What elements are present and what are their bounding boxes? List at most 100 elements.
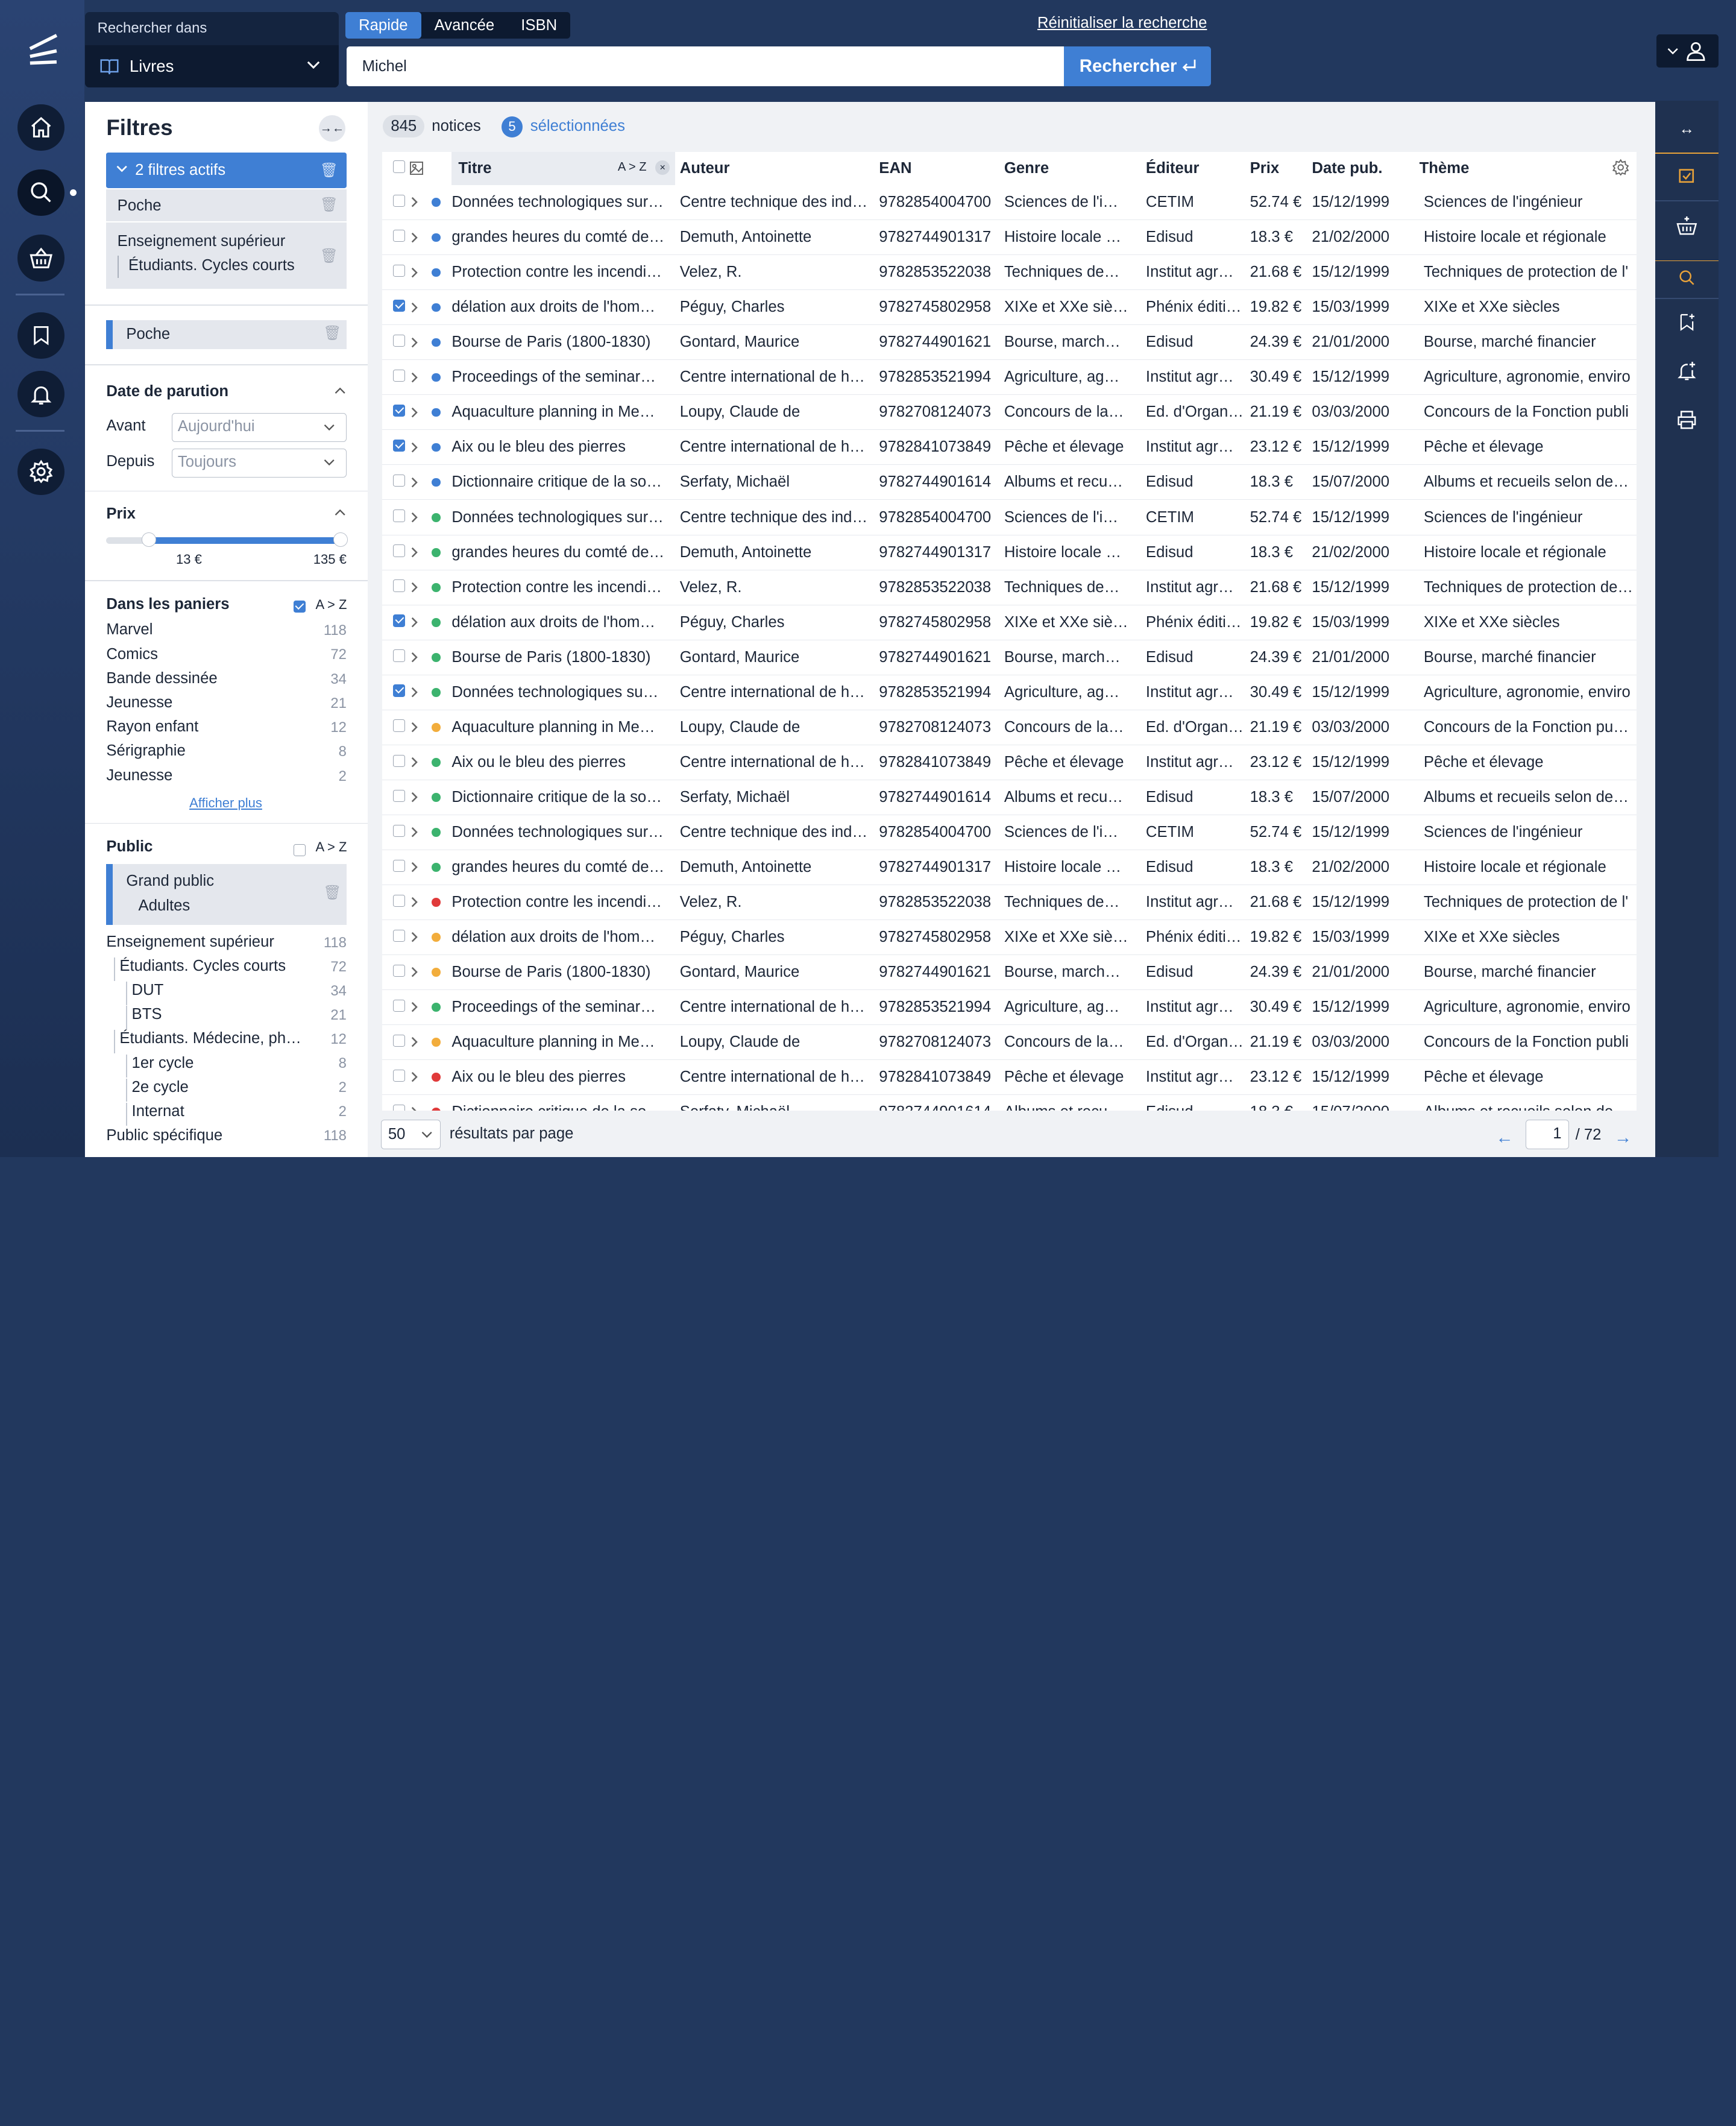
expand-row-icon[interactable] [409, 1094, 430, 1111]
price-max-handle[interactable] [333, 532, 348, 547]
column-header-theme[interactable]: Thème [1415, 151, 1637, 185]
home-icon[interactable] [17, 104, 64, 151]
public-filter-item[interactable]: Enseignement supérieur 118 [106, 933, 347, 957]
user-menu-button[interactable] [1656, 34, 1719, 68]
public-filter-item[interactable]: BTS 21 [106, 1006, 347, 1029]
table-row[interactable]: Aquaculture planning in Me… Loupy, Claud… [382, 1024, 1637, 1060]
basket-filter-item[interactable]: Rayon enfant 12 [106, 718, 347, 740]
column-header-prix[interactable]: Prix [1245, 151, 1308, 185]
row-checkbox[interactable] [382, 1059, 410, 1096]
sort-checkbox[interactable] [293, 841, 306, 861]
search-icon[interactable] [1655, 256, 1719, 300]
trash-icon[interactable]: 🗑 [320, 247, 338, 265]
table-row[interactable]: délation aux droits de l'hom… Péguy, Cha… [382, 919, 1637, 955]
row-checkbox[interactable] [382, 570, 410, 605]
reset-search-link[interactable]: Réinitialiser la recherche [1037, 14, 1207, 32]
basket-filter-item[interactable]: Bande dessinée 34 [106, 670, 347, 692]
row-checkbox[interactable] [382, 499, 410, 535]
row-checkbox[interactable] [382, 850, 410, 885]
table-row[interactable]: Protection contre les incendi… Velez, R.… [382, 885, 1637, 920]
row-checkbox[interactable] [382, 289, 410, 326]
expand-row-icon[interactable] [409, 710, 430, 745]
tab-rapide[interactable]: Rapide [345, 12, 421, 39]
row-checkbox[interactable] [382, 919, 410, 955]
row-checkbox[interactable] [382, 1024, 410, 1060]
row-checkbox[interactable] [382, 885, 410, 920]
table-row[interactable]: grandes heures du comté de… Demuth, Anto… [382, 535, 1637, 570]
row-checkbox[interactable] [382, 185, 410, 221]
expand-row-icon[interactable] [409, 219, 430, 256]
expand-row-icon[interactable] [409, 394, 430, 431]
tab-avancee[interactable]: Avancée [421, 12, 508, 39]
basket-filter-item[interactable]: Marvel 118 [106, 621, 347, 643]
table-row[interactable]: grandes heures du comté de… Demuth, Anto… [382, 219, 1637, 256]
row-checkbox[interactable] [382, 535, 410, 570]
column-header-titre[interactable]: Titre A > Z × [451, 151, 676, 185]
expand-row-icon[interactable] [409, 885, 430, 920]
collapse-panel-icon[interactable]: →← [318, 115, 346, 142]
settings-icon[interactable] [1612, 159, 1629, 176]
clear-sort-icon[interactable]: × [655, 160, 670, 175]
column-header-auteur[interactable]: Auteur [675, 151, 875, 185]
table-row[interactable]: Aix ou le bleu des pierres Centre intern… [382, 1059, 1637, 1096]
trash-icon[interactable]: 🗑 [323, 324, 341, 342]
expand-row-icon[interactable] [409, 499, 430, 535]
expand-icon[interactable]: ↔ [1655, 107, 1719, 151]
row-checkbox[interactable] [382, 640, 410, 675]
trash-icon[interactable]: 🗑 [320, 162, 338, 179]
expand-row-icon[interactable] [409, 605, 430, 640]
row-checkbox[interactable] [382, 1094, 410, 1111]
expand-row-icon[interactable] [409, 324, 430, 361]
row-checkbox[interactable] [382, 745, 410, 780]
row-checkbox[interactable] [382, 394, 410, 431]
expand-row-icon[interactable] [409, 989, 430, 1025]
row-checkbox[interactable] [382, 605, 410, 640]
expand-row-icon[interactable] [409, 429, 430, 465]
sort-checkbox[interactable] [293, 597, 306, 617]
table-row[interactable]: grandes heures du comté de… Demuth, Anto… [382, 850, 1637, 885]
expand-row-icon[interactable] [409, 780, 430, 815]
table-row[interactable]: Données technologiques sur… Centre techn… [382, 499, 1637, 535]
chevron-up-icon[interactable] [335, 386, 345, 394]
prev-page-icon[interactable]: ← [1495, 1128, 1513, 1148]
public-filter-item[interactable]: 1er cycle 8 [106, 1054, 347, 1078]
table-row[interactable]: Bourse de Paris (1800-1830) Gontard, Mau… [382, 954, 1637, 990]
table-row[interactable]: Aquaculture planning in Me… Loupy, Claud… [382, 710, 1637, 745]
search-icon[interactable] [17, 169, 64, 216]
per-page-select[interactable]: 50 [380, 1119, 441, 1150]
expand-row-icon[interactable] [409, 185, 430, 221]
table-row[interactable]: Aix ou le bleu des pierres Centre intern… [382, 429, 1637, 465]
bookmark-icon[interactable] [17, 312, 64, 359]
row-checkbox[interactable] [382, 324, 410, 361]
table-row[interactable]: délation aux droits de l'hom… Péguy, Cha… [382, 605, 1637, 640]
table-row[interactable]: Données technologiques sur… Centre techn… [382, 185, 1637, 221]
date-since-select[interactable]: Toujours [171, 448, 347, 478]
expand-row-icon[interactable] [409, 954, 430, 990]
bookmark-add-icon[interactable] [1655, 300, 1719, 344]
row-checkbox[interactable] [382, 429, 410, 465]
chevron-up-icon[interactable] [335, 508, 345, 516]
search-button[interactable]: Rechercher [1064, 46, 1212, 87]
active-filters-header[interactable]: 2 filtres actifs 🗑 [106, 153, 347, 189]
public-filter-item[interactable]: Étudiants. Médecine, ph… 12 [106, 1030, 347, 1054]
search-input[interactable]: Michel [346, 46, 1065, 87]
row-checkbox[interactable] [382, 254, 410, 291]
price-min-handle[interactable] [142, 532, 157, 547]
table-row[interactable]: délation aux droits de l'hom… Péguy, Cha… [382, 289, 1637, 326]
trash-icon[interactable]: 🗑 [320, 196, 338, 213]
basket-filter-item[interactable]: Comics 72 [106, 646, 347, 668]
basket-filter-item[interactable]: Jeunesse 2 [106, 767, 347, 789]
table-row[interactable]: Bourse de Paris (1800-1830) Gontard, Mau… [382, 640, 1637, 675]
select-all-checkbox[interactable] [382, 151, 410, 185]
price-slider[interactable] [106, 532, 348, 547]
print-icon[interactable] [1655, 397, 1719, 441]
expand-row-icon[interactable] [409, 464, 430, 500]
row-checkbox[interactable] [382, 219, 410, 256]
expand-row-icon[interactable] [409, 289, 430, 326]
expand-row-icon[interactable] [409, 254, 430, 291]
basket-filter-item[interactable]: Sérigraphie 8 [106, 742, 347, 765]
row-checkbox[interactable] [382, 780, 410, 815]
gear-icon[interactable] [17, 448, 64, 495]
table-row[interactable]: Proceedings of the seminar… Centre inter… [382, 989, 1637, 1025]
expand-row-icon[interactable] [409, 570, 430, 605]
